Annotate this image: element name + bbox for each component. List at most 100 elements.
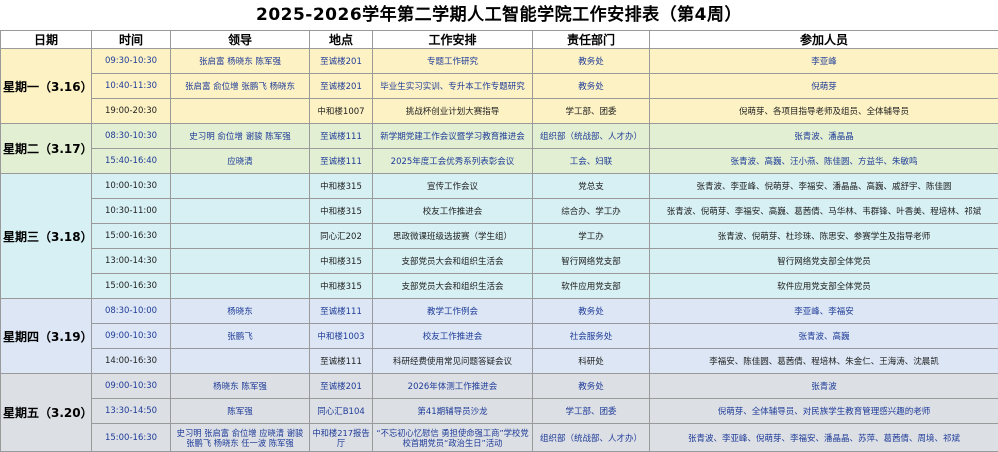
header-people: 参加人员 xyxy=(650,31,998,49)
cell-people: 倪萌芽、各项目指导老师及组员、全体辅导员 xyxy=(650,99,998,124)
cell-place: 同心汇B104 xyxy=(310,399,373,424)
cell-people: 张青波、高巍、汪小燕、陈佳圆、方益华、朱敏鸣 xyxy=(650,149,998,174)
cell-task: 毕业生实习实训、专升本工作专题研究 xyxy=(373,74,533,99)
table-row: 星期五（3.20） 09:00-10:30 杨晓东 陈军强 至诚楼201 202… xyxy=(1,374,998,399)
table-row: 14:00-16:30 至诚楼111 科研经费使用常见问题答疑会议 科研处 李福… xyxy=(1,349,998,374)
page-title: 2025-2026学年第二学期人工智能学院工作安排表（第4周） xyxy=(0,0,998,30)
cell-dept: 教务处 xyxy=(533,374,650,399)
cell-dept: 智行网络党支部 xyxy=(533,249,650,274)
cell-place: 至诚楼201 xyxy=(310,74,373,99)
cell-time: 13:00-14:30 xyxy=(92,249,171,274)
cell-leader xyxy=(171,99,310,124)
cell-time: 15:00-16:30 xyxy=(92,274,171,299)
cell-time: 10:40-11:30 xyxy=(92,74,171,99)
table-row: 13:00-14:30 中和楼315 支部党员大会和组织生活会 智行网络党支部 … xyxy=(1,249,998,274)
header-row: 日期 时间 领导 地点 工作安排 责任部门 参加人员 xyxy=(1,31,998,49)
cell-place: 至诚楼111 xyxy=(310,349,373,374)
cell-leader xyxy=(171,349,310,374)
cell-place: 中和楼1007 xyxy=(310,99,373,124)
cell-time: 15:00-16:30 xyxy=(92,424,171,452)
cell-task: 校友工作推进会 xyxy=(373,324,533,349)
cell-people: 软件应用党支部全体党员 xyxy=(650,274,998,299)
cell-place: 至诚楼111 xyxy=(310,124,373,149)
cell-people: 倪萌芽、全体辅导员、对民族学生教育管理感兴趣的老师 xyxy=(650,399,998,424)
cell-time: 15:40-16:40 xyxy=(92,149,171,174)
cell-place: 中和楼217报告厅 xyxy=(310,424,373,452)
cell-dept: 学工办 xyxy=(533,224,650,249)
table-row: 星期二（3.17） 08:30-10:30 史习明 俞位增 谢骏 陈军强 至诚楼… xyxy=(1,124,998,149)
table-row: 15:00-16:30 史习明 张启富 俞位增 应晓清 谢骏 张鹏飞 杨晓东 任… xyxy=(1,424,998,452)
cell-people: 张青波、潘晶晶 xyxy=(650,124,998,149)
cell-leader xyxy=(171,249,310,274)
cell-people: 李亚峰 xyxy=(650,49,998,74)
header-date: 日期 xyxy=(1,31,92,49)
header-leader: 领导 xyxy=(171,31,310,49)
cell-task: 挑战杯创业计划大赛指导 xyxy=(373,99,533,124)
header-time: 时间 xyxy=(92,31,171,49)
cell-place: 中和楼315 xyxy=(310,199,373,224)
cell-task: 专题工作研究 xyxy=(373,49,533,74)
cell-place: 同心汇202 xyxy=(310,224,373,249)
cell-time: 09:00-10:30 xyxy=(92,374,171,399)
cell-time: 08:30-10:00 xyxy=(92,299,171,324)
cell-dept: 学工部、团委 xyxy=(533,399,650,424)
day-label-wednesday: 星期三（3.18） xyxy=(1,174,92,299)
cell-task: 2025年度工会优秀系列表彰会议 xyxy=(373,149,533,174)
cell-leader: 杨晓东 陈军强 xyxy=(171,374,310,399)
cell-dept: 工会、妇联 xyxy=(533,149,650,174)
schedule-page: 2025-2026学年第二学期人工智能学院工作安排表（第4周） 日期 时间 领导… xyxy=(0,0,998,445)
cell-dept: 软件应用党支部 xyxy=(533,274,650,299)
table-row: 19:00-20:30 中和楼1007 挑战杯创业计划大赛指导 学工部、团委 倪… xyxy=(1,99,998,124)
cell-place: 中和楼315 xyxy=(310,174,373,199)
cell-dept: 综合办、学工办 xyxy=(533,199,650,224)
cell-dept: 教务处 xyxy=(533,74,650,99)
cell-dept: 科研处 xyxy=(533,349,650,374)
table-row: 15:40-16:40 应晓清 至诚楼111 2025年度工会优秀系列表彰会议 … xyxy=(1,149,998,174)
cell-leader: 陈军强 xyxy=(171,399,310,424)
schedule-table: 日期 时间 领导 地点 工作安排 责任部门 参加人员 星期一（3.16） 09:… xyxy=(0,30,998,452)
cell-leader: 张启富 杨晓东 陈军强 xyxy=(171,49,310,74)
cell-leader xyxy=(171,174,310,199)
day-label-tuesday: 星期二（3.17） xyxy=(1,124,92,174)
cell-people: 智行网络党支部全体党员 xyxy=(650,249,998,274)
cell-leader xyxy=(171,224,310,249)
cell-task: 2026年体测工作推进会 xyxy=(373,374,533,399)
cell-task: 新学期党建工作会议暨学习教育推进会 xyxy=(373,124,533,149)
cell-time: 09:00-10:30 xyxy=(92,324,171,349)
cell-dept: 学工部、团委 xyxy=(533,99,650,124)
cell-leader: 史习明 张启富 俞位增 应晓清 谢骏 张鹏飞 杨晓东 任一波 陈军强 xyxy=(171,424,310,452)
cell-time: 10:00-10:30 xyxy=(92,174,171,199)
table-row: 星期四（3.19） 08:30-10:00 杨晓东 至诚楼111 教学工作例会 … xyxy=(1,299,998,324)
table-row: 10:30-11:00 中和楼315 校友工作推进会 综合办、学工办 张青波、倪… xyxy=(1,199,998,224)
cell-task: 科研经费使用常见问题答疑会议 xyxy=(373,349,533,374)
day-label-friday: 星期五（3.20） xyxy=(1,374,92,452)
cell-leader: 应晓清 xyxy=(171,149,310,174)
cell-task: 教学工作例会 xyxy=(373,299,533,324)
header-place: 地点 xyxy=(310,31,373,49)
cell-people: 张青波、倪萌芽、李福安、高巍、葛茜倩、马华林、韦群锋、叶香美、程培林、祁斌 xyxy=(650,199,998,224)
cell-dept: 教务处 xyxy=(533,299,650,324)
cell-people: 李福安、陈佳圆、葛茜倩、程培林、朱金仁、王海涛、沈晨凯 xyxy=(650,349,998,374)
cell-people: 张青波、高巍 xyxy=(650,324,998,349)
cell-task: 校友工作推进会 xyxy=(373,199,533,224)
cell-place: 至诚楼111 xyxy=(310,149,373,174)
cell-time: 08:30-10:30 xyxy=(92,124,171,149)
cell-people: 张青波 xyxy=(650,374,998,399)
cell-place: 中和楼1003 xyxy=(310,324,373,349)
cell-time: 14:00-16:30 xyxy=(92,349,171,374)
header-dept: 责任部门 xyxy=(533,31,650,49)
cell-task: 支部党员大会和组织生活会 xyxy=(373,274,533,299)
cell-people: 张青波、倪萌芽、杜珍珠、陈思安、参赛学生及指导老师 xyxy=(650,224,998,249)
cell-time: 19:00-20:30 xyxy=(92,99,171,124)
cell-people: 倪萌芽 xyxy=(650,74,998,99)
cell-people: 李亚峰、李福安 xyxy=(650,299,998,324)
cell-leader: 杨晓东 xyxy=(171,299,310,324)
table-row: 15:00-16:30 中和楼315 支部党员大会和组织生活会 软件应用党支部 … xyxy=(1,274,998,299)
cell-leader: 史习明 俞位增 谢骏 陈军强 xyxy=(171,124,310,149)
cell-task: 第41期辅导员沙龙 xyxy=(373,399,533,424)
cell-dept: 党总支 xyxy=(533,174,650,199)
cell-time: 13:30-14:50 xyxy=(92,399,171,424)
header-task: 工作安排 xyxy=(373,31,533,49)
cell-place: 至诚楼201 xyxy=(310,49,373,74)
table-row: 15:00-16:30 同心汇202 思政微课班级选拔赛（学生组） 学工办 张青… xyxy=(1,224,998,249)
